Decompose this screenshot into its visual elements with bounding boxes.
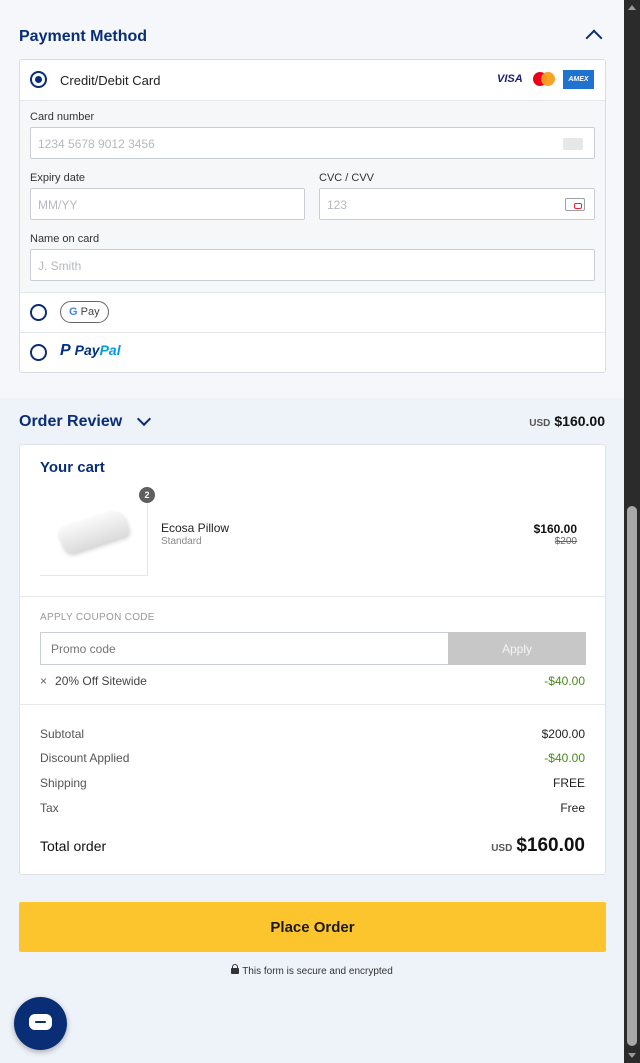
- coupon-discount-amount: -$40.00: [544, 674, 585, 688]
- discount-value: -$40.00: [544, 751, 585, 765]
- cart-title: Your cart: [40, 459, 105, 476]
- mastercard-logo-icon: [533, 72, 555, 86]
- product-image: [40, 488, 148, 576]
- card-option-row[interactable]: Credit/Debit Card VISA AMEX: [20, 60, 605, 100]
- checkout-page: Payment Method Credit/Debit Card VISA AM…: [0, 0, 624, 1063]
- scrollbar[interactable]: [624, 0, 640, 1063]
- cart-panel: Your cart 2 Ecosa Pillow Standard $160.0…: [19, 444, 606, 875]
- remove-coupon-icon[interactable]: ×: [40, 674, 47, 688]
- name-on-card-label: Name on card: [30, 233, 100, 245]
- gpay-radio[interactable]: [30, 304, 47, 321]
- applied-coupon-name: 20% Off Sitewide: [55, 674, 147, 688]
- divider: [20, 704, 605, 705]
- card-option-label: Credit/Debit Card: [60, 73, 161, 88]
- promo-code-input[interactable]: [40, 632, 448, 665]
- chat-button[interactable]: [14, 997, 67, 1050]
- secure-note: This form is secure and encrypted: [0, 964, 624, 977]
- card-form: Card number 1234 5678 9012 3456 Expiry d…: [20, 100, 605, 293]
- shipping-value: FREE: [552, 776, 585, 790]
- item-name: Ecosa Pillow: [161, 521, 230, 535]
- pillow-image: [57, 507, 131, 555]
- coupon-label: APPLY COUPON CODE: [40, 612, 155, 623]
- quantity-badge: 2: [139, 487, 155, 503]
- place-order-button[interactable]: Place Order: [19, 902, 606, 952]
- card-number-label: Card number: [30, 111, 95, 123]
- applied-coupon: × 20% Off Sitewide: [40, 674, 147, 688]
- subtotal-label: Subtotal: [40, 727, 85, 741]
- tax-label: Tax: [40, 801, 59, 815]
- item-variant: Standard: [161, 536, 202, 547]
- visa-logo-icon: VISA: [497, 73, 523, 85]
- amex-logo-icon: AMEX: [563, 70, 594, 89]
- item-price: $160.00: [533, 522, 577, 536]
- total-order-label: Total order: [40, 838, 107, 854]
- order-review-title[interactable]: Order Review: [19, 413, 122, 431]
- paypal-option-row[interactable]: P PayPal: [20, 333, 605, 373]
- cvc-input[interactable]: 123: [319, 188, 595, 220]
- discount-label: Discount Applied: [40, 751, 130, 765]
- shipping-label: Shipping: [40, 776, 87, 790]
- expiry-label: Expiry date: [30, 172, 86, 184]
- chat-bubble-icon: [29, 1014, 52, 1030]
- card-number-input[interactable]: 1234 5678 9012 3456: [30, 127, 595, 159]
- total-order-value: USD $160.00: [491, 835, 585, 856]
- review-total: USD $160.00: [529, 413, 605, 429]
- apply-coupon-button[interactable]: Apply: [448, 632, 586, 665]
- scroll-thumb[interactable]: [627, 506, 637, 1046]
- collapse-payment-icon[interactable]: [585, 29, 603, 47]
- gpay-option-row[interactable]: G Pay: [20, 293, 605, 333]
- paypal-radio[interactable]: [30, 344, 47, 361]
- cvc-label: CVC / CVV: [319, 172, 375, 184]
- scroll-down-arrow-icon[interactable]: [628, 1053, 636, 1058]
- name-on-card-input[interactable]: J. Smith: [30, 249, 595, 281]
- tax-value: Free: [560, 801, 585, 815]
- lock-icon: [231, 964, 240, 974]
- payment-options: Credit/Debit Card VISA AMEX Card number …: [19, 59, 606, 373]
- item-original-price: $200: [554, 536, 577, 547]
- google-pay-logo-icon: G Pay: [60, 301, 109, 323]
- scroll-up-arrow-icon[interactable]: [628, 5, 636, 10]
- subtotal-value: $200.00: [541, 727, 585, 741]
- card-icon: [563, 138, 583, 150]
- card-radio[interactable]: [30, 71, 47, 88]
- payment-method-title: Payment Method: [19, 28, 148, 45]
- expiry-input[interactable]: MM/YY: [30, 188, 305, 220]
- cvc-card-icon: [565, 198, 585, 211]
- paypal-logo-icon: P PayPal: [60, 342, 121, 359]
- divider: [20, 596, 605, 597]
